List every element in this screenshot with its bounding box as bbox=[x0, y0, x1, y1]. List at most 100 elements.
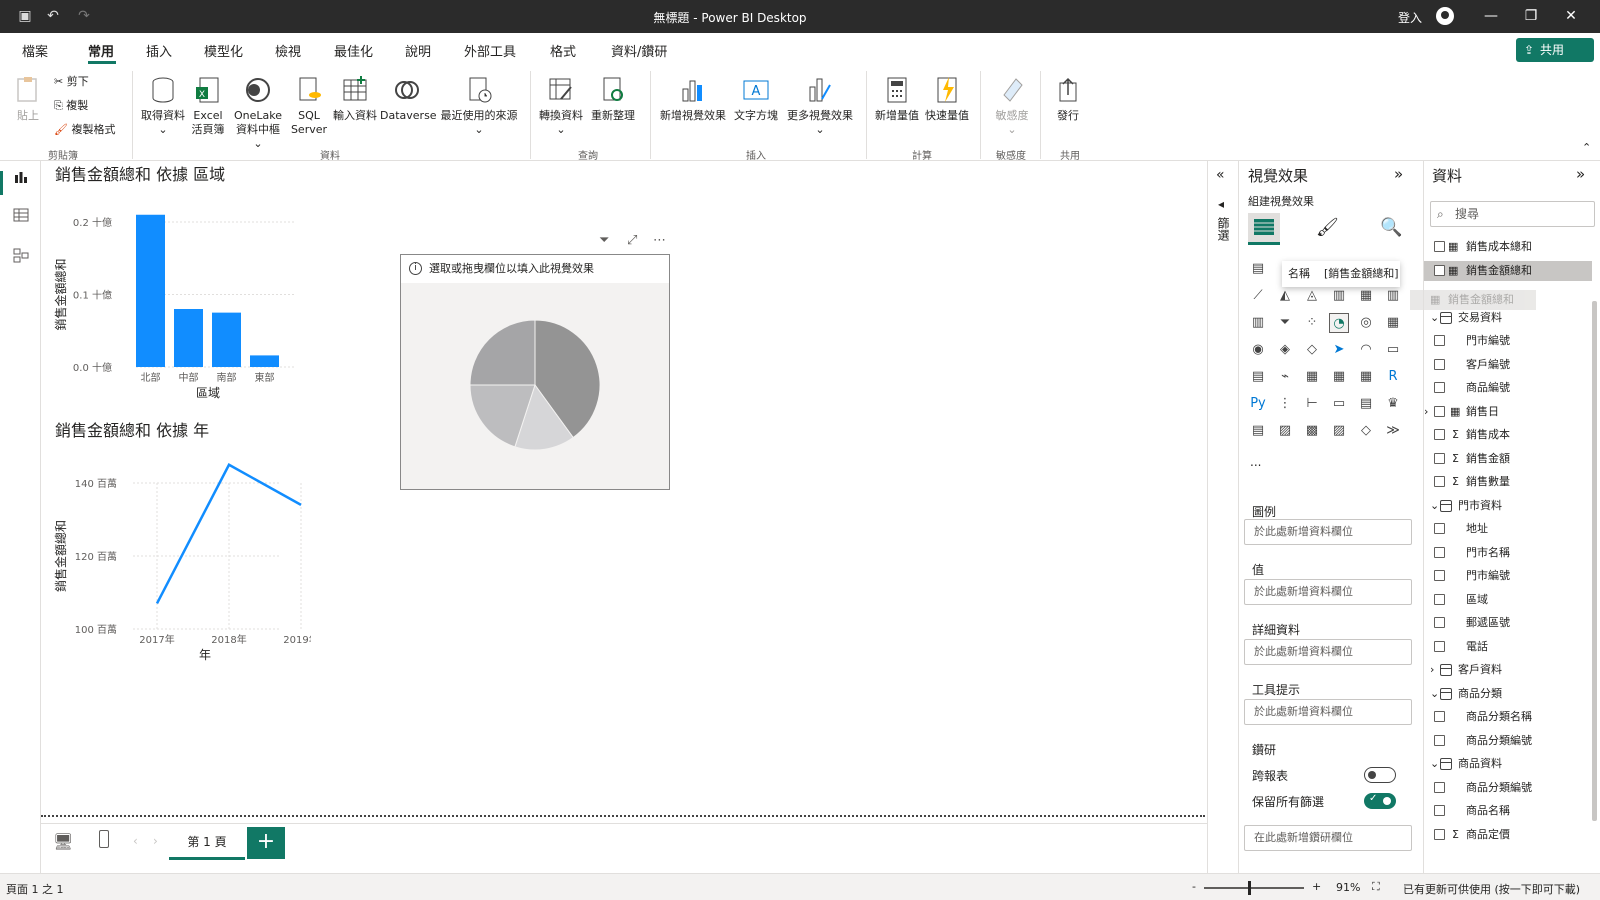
field-item[interactable]: 商品分類編號 bbox=[1424, 778, 1592, 798]
filled-map-icon[interactable]: ◈ bbox=[1275, 340, 1295, 360]
close-button[interactable]: ✕ bbox=[1556, 6, 1586, 26]
column-chart-icon[interactable]: ▥ bbox=[1248, 313, 1268, 333]
focus-mode-icon[interactable]: ⤢ bbox=[627, 233, 637, 248]
more-visuals-dots[interactable]: ... bbox=[1250, 455, 1261, 469]
zoom-out-button[interactable]: - bbox=[1192, 880, 1196, 893]
collapse-data-icon[interactable]: » bbox=[1576, 165, 1585, 183]
field-item[interactable]: 門市名稱 bbox=[1424, 543, 1592, 563]
avatar-icon[interactable] bbox=[1436, 7, 1454, 25]
gauge-icon[interactable]: ◠ bbox=[1356, 340, 1376, 360]
field-item[interactable]: 商品分類名稱 bbox=[1424, 707, 1592, 727]
cross-report-toggle[interactable] bbox=[1364, 767, 1396, 783]
table-門市資料[interactable]: ⌄ 門市資料 bbox=[1424, 496, 1592, 516]
collapse-visualizations-icon[interactable]: » bbox=[1394, 165, 1403, 183]
field-item[interactable]: Σ 銷售數量 bbox=[1424, 472, 1592, 492]
field-checkbox[interactable] bbox=[1434, 640, 1445, 652]
drill-well[interactable]: 在此處新增鑽研欄位 bbox=[1244, 825, 1412, 851]
field-item[interactable]: 地址 bbox=[1424, 519, 1592, 539]
share-button[interactable]: 共用 bbox=[1516, 38, 1594, 62]
page-tab-1[interactable]: 第 1 頁 bbox=[169, 826, 245, 860]
cut-button[interactable]: ✂ 剪下 bbox=[54, 73, 89, 89]
kpi-icon[interactable]: ⌁ bbox=[1275, 367, 1295, 387]
power-apps-icon[interactable]: ▨ bbox=[1275, 421, 1295, 441]
format-painter-button[interactable]: 🖌 複製格式 bbox=[54, 121, 115, 137]
field-item[interactable]: ▦ 銷售成本總和 bbox=[1424, 237, 1592, 257]
pie-visual[interactable]: i 選取或拖曳欄位以填入此視覺效果 bbox=[400, 254, 670, 490]
field-checkbox[interactable] bbox=[1434, 805, 1445, 816]
tab-format[interactable]: 格式 bbox=[550, 41, 576, 60]
model-view-icon[interactable] bbox=[12, 247, 30, 265]
card-icon[interactable]: ▭ bbox=[1383, 340, 1403, 360]
goals-icon[interactable]: ♛ bbox=[1383, 394, 1403, 414]
field-scrollbar[interactable] bbox=[1592, 301, 1597, 821]
shape-map-icon[interactable]: ◇ bbox=[1302, 340, 1322, 360]
field-checkbox[interactable] bbox=[1434, 264, 1445, 276]
sensitivity-button[interactable]: 敏感度 ⌄ bbox=[988, 75, 1036, 137]
analytics-icon[interactable]: 🔍 bbox=[1380, 217, 1402, 238]
stacked-area-icon[interactable]: ◬ bbox=[1302, 286, 1322, 306]
area-icon[interactable]: ◭ bbox=[1275, 286, 1295, 306]
waterfall-icon[interactable]: ▥ bbox=[1383, 286, 1403, 306]
new-measure-button[interactable]: 新增量值 bbox=[872, 75, 922, 123]
tab-insert[interactable]: 插入 bbox=[146, 41, 172, 60]
prev-page-icon[interactable]: ‹ bbox=[133, 834, 138, 848]
onelake-button[interactable]: OneLake 資料中樞 ⌄ bbox=[230, 75, 286, 151]
desktop-layout-icon[interactable]: 🖥 bbox=[53, 832, 73, 851]
tooltips-well[interactable]: 於此處新增資料欄位 bbox=[1244, 699, 1412, 725]
field-item[interactable]: 門市編號 bbox=[1424, 566, 1592, 586]
field-checkbox[interactable] bbox=[1434, 570, 1445, 581]
metrics-icon[interactable]: ▨ bbox=[1329, 421, 1349, 441]
field-checkbox[interactable] bbox=[1434, 358, 1445, 370]
next-page-icon[interactable]: › bbox=[153, 834, 158, 848]
scatter-icon[interactable]: ⁘ bbox=[1302, 313, 1322, 333]
field-checkbox[interactable] bbox=[1434, 617, 1445, 628]
mobile-layout-icon[interactable] bbox=[99, 830, 109, 848]
field-item[interactable]: 客戶編號 bbox=[1424, 355, 1592, 375]
treemap-icon[interactable]: ▦ bbox=[1383, 313, 1403, 333]
build-visual-tab[interactable] bbox=[1248, 213, 1280, 245]
pie-icon[interactable]: ◔ bbox=[1329, 313, 1349, 333]
line-column-icon[interactable]: ▥ bbox=[1329, 286, 1349, 306]
collapse-ribbon-icon[interactable]: ⌃ bbox=[1582, 141, 1591, 154]
python-visual-icon[interactable]: Py bbox=[1248, 394, 1268, 414]
publish-button[interactable]: 發行 bbox=[1048, 75, 1088, 123]
power-automate-icon[interactable]: ▩ bbox=[1302, 421, 1322, 441]
get-data-button[interactable]: 取得資料 ⌄ bbox=[138, 75, 188, 137]
legend-well[interactable]: 於此處新增資料欄位 bbox=[1244, 519, 1412, 545]
field-checkbox[interactable] bbox=[1434, 452, 1445, 464]
stacked-bar-icon[interactable]: ▤ bbox=[1248, 259, 1268, 279]
transform-data-button[interactable]: 轉換資料 ⌄ bbox=[536, 75, 586, 137]
table-icon[interactable]: ▦ bbox=[1329, 367, 1349, 387]
field-checkbox[interactable] bbox=[1434, 476, 1445, 487]
field-checkbox[interactable] bbox=[1434, 382, 1445, 393]
field-checkbox[interactable] bbox=[1434, 523, 1445, 534]
line-icon[interactable]: ⟋ bbox=[1248, 286, 1268, 306]
field-item[interactable]: Σ 銷售成本 bbox=[1424, 425, 1592, 445]
field-item[interactable]: 商品分類編號 bbox=[1424, 731, 1592, 751]
collapse-filters-icon[interactable]: « bbox=[1216, 167, 1225, 183]
bar-chart[interactable]: 0.0 十億 0.1 十億 0.2 十億北部 中部 南部 東部區域 銷售金額總和 bbox=[41, 187, 311, 407]
line-chart[interactable]: 100 百萬 120 百萬 140 百萬 2017年 2018年 2019年年 銷售金額總和 bbox=[41, 443, 311, 663]
map-icon[interactable]: ◉ bbox=[1248, 340, 1268, 360]
field-checkbox[interactable] bbox=[1434, 546, 1445, 558]
tab-view[interactable]: 檢視 bbox=[275, 41, 301, 60]
field-checkbox[interactable] bbox=[1434, 781, 1445, 793]
tab-home[interactable]: 常用 bbox=[88, 41, 114, 60]
copy-button[interactable]: ⎘ 複製 bbox=[54, 97, 88, 113]
fit-page-icon[interactable]: ⛶ bbox=[1372, 880, 1380, 894]
table-商品分類[interactable]: ⌄ 商品分類 bbox=[1424, 684, 1592, 704]
field-checkbox[interactable] bbox=[1434, 241, 1445, 252]
field-item[interactable]: 商品編號 bbox=[1424, 378, 1592, 398]
field-item[interactable]: › ▦ 銷售日 bbox=[1424, 402, 1592, 422]
slicer-icon[interactable]: ▦ bbox=[1302, 367, 1322, 387]
field-checkbox[interactable] bbox=[1434, 335, 1445, 346]
tab-file[interactable]: 檔案 bbox=[22, 41, 48, 60]
tab-modeling[interactable]: 模型化 bbox=[204, 41, 243, 60]
field-checkbox[interactable] bbox=[1434, 593, 1445, 605]
narrative-icon[interactable]: ▤ bbox=[1356, 394, 1376, 414]
text-box-button[interactable]: A 文字方塊 bbox=[730, 75, 782, 123]
tab-help[interactable]: 說明 bbox=[405, 41, 431, 60]
filters-tab[interactable]: 篩選 bbox=[1216, 217, 1232, 241]
enter-data-button[interactable]: 輸入資料 bbox=[330, 75, 380, 123]
diamond-icon[interactable]: ◇ bbox=[1356, 421, 1376, 441]
